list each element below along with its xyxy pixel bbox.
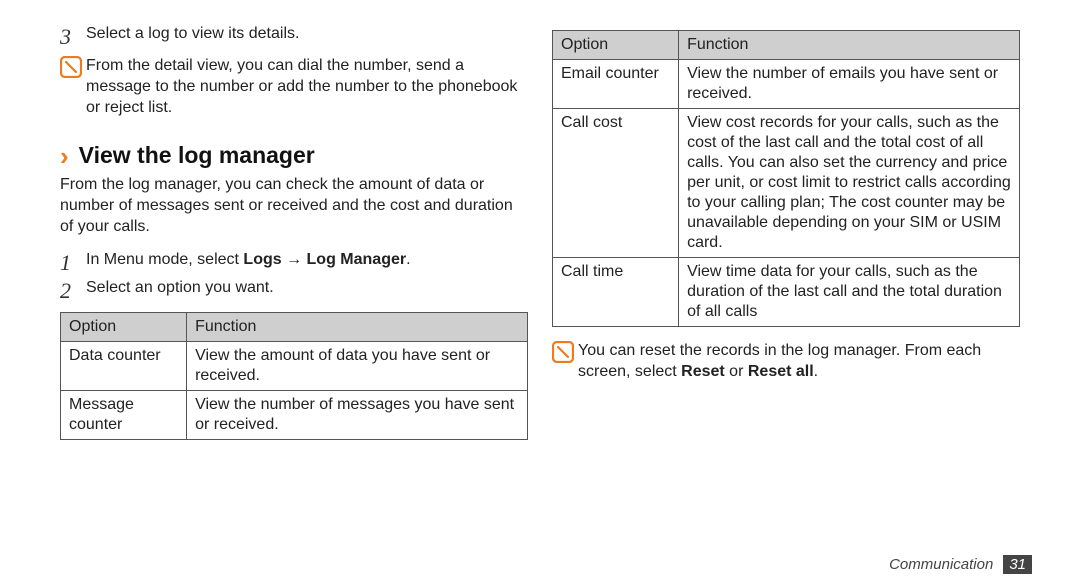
cell-option: Email counter: [553, 60, 679, 109]
step1-pre: In Menu mode, select: [86, 251, 243, 268]
step1-bold: Logs → Log Manager: [243, 251, 406, 268]
note-icon: [552, 341, 578, 363]
cell-function: View cost records for your calls, such a…: [679, 109, 1020, 258]
step-number: 1: [60, 250, 86, 274]
note-text: You can reset the records in the log man…: [578, 341, 1020, 383]
step-3: 3 Select a log to view its details.: [60, 24, 528, 48]
note-block: From the detail view, you can dial the n…: [60, 56, 528, 118]
note-icon: [60, 56, 86, 78]
step-number: 2: [60, 278, 86, 302]
page-footer: Communication 31: [889, 555, 1032, 574]
footer-page-number: 31: [1003, 555, 1032, 574]
th-option: Option: [61, 312, 187, 341]
table-row: Email counter View the number of emails …: [553, 60, 1020, 109]
section-header: › View the log manager: [60, 142, 528, 169]
cell-option: Call time: [553, 258, 679, 327]
cell-function: View the number of messages you have sen…: [187, 390, 528, 439]
step1-post: .: [406, 251, 410, 268]
left-column: 3 Select a log to view its details. From…: [48, 24, 540, 574]
cell-function: View the amount of data you have sent or…: [187, 341, 528, 390]
section-title: View the log manager: [79, 142, 315, 169]
step-text: Select a log to view its details.: [86, 24, 299, 45]
section-intro: From the log manager, you can check the …: [60, 175, 528, 237]
table-row: Call time View time data for your calls,…: [553, 258, 1020, 327]
cell-option: Data counter: [61, 341, 187, 390]
chevron-icon: ›: [60, 143, 69, 169]
step-text: Select an option you want.: [86, 278, 274, 299]
th-option: Option: [553, 31, 679, 60]
note-text: From the detail view, you can dial the n…: [86, 56, 528, 118]
cell-option: Call cost: [553, 109, 679, 258]
right-column: Option Function Email counter View the n…: [540, 24, 1032, 574]
step-2: 2 Select an option you want.: [60, 278, 528, 302]
table-header-row: Option Function: [553, 31, 1020, 60]
step-text: In Menu mode, select Logs → Log Manager.: [86, 250, 411, 271]
note-block: You can reset the records in the log man…: [552, 341, 1020, 383]
note2-b1: Reset: [681, 363, 725, 380]
table-row: Message counter View the number of messa…: [61, 390, 528, 439]
step-1: 1 In Menu mode, select Logs → Log Manage…: [60, 250, 528, 274]
note2-mid: or: [725, 363, 748, 380]
footer-section: Communication: [889, 556, 993, 573]
cell-option: Message counter: [61, 390, 187, 439]
manual-page: 3 Select a log to view its details. From…: [0, 0, 1080, 586]
cell-function: View the number of emails you have sent …: [679, 60, 1020, 109]
th-function: Function: [187, 312, 528, 341]
cell-function: View time data for your calls, such as t…: [679, 258, 1020, 327]
note2-b2: Reset all: [748, 363, 814, 380]
options-table-left: Option Function Data counter View the am…: [60, 312, 528, 440]
options-table-right: Option Function Email counter View the n…: [552, 30, 1020, 327]
table-row: Call cost View cost records for your cal…: [553, 109, 1020, 258]
table-header-row: Option Function: [61, 312, 528, 341]
table-row: Data counter View the amount of data you…: [61, 341, 528, 390]
note2-post: .: [814, 363, 818, 380]
step-number: 3: [60, 24, 86, 48]
th-function: Function: [679, 31, 1020, 60]
